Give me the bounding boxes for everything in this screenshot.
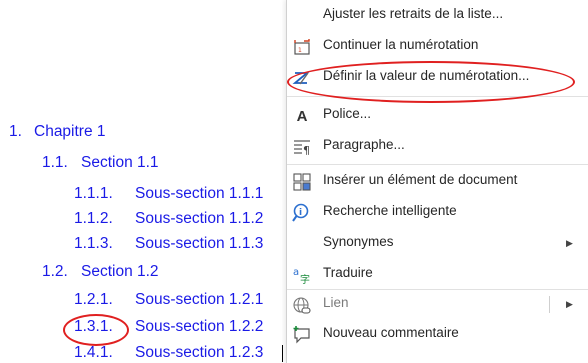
link-icon <box>291 295 313 315</box>
list-item-level3[interactable]: 1.2.1. Sous-section 1.2.1 <box>74 291 263 309</box>
menu-separator <box>287 96 588 97</box>
menu-item-set-numbering-value[interactable]: Définir la valeur de numérotation... <box>287 62 588 93</box>
list-number: 1.1. <box>42 154 68 171</box>
list-text: Sous-section 1.2.2 <box>135 318 264 335</box>
submenu-arrow-icon: ▶ <box>566 238 573 248</box>
menu-item-label: Synonymes <box>323 234 394 249</box>
svg-text:字: 字 <box>300 273 310 285</box>
list-text: Sous-section 1.1.2 <box>135 210 264 227</box>
context-menu: Ajuster les retraits de la liste... 1 Co… <box>286 0 588 363</box>
list-number: 1.4.1. <box>74 344 113 361</box>
list-number: 1. <box>9 123 22 140</box>
menu-item-label: Paragraphe... <box>323 137 405 152</box>
menu-item-adjust-list-indents[interactable]: Ajuster les retraits de la liste... <box>287 0 588 31</box>
list-text: Sous-section 1.2.3 <box>135 344 264 361</box>
menu-item-paragraph[interactable]: ¶ Paragraphe... <box>287 131 588 162</box>
svg-text:a: a <box>293 267 299 278</box>
document-body[interactable]: 1. Chapitre 1 1.1. Section 1.1 1.1.1. So… <box>0 0 290 363</box>
list-text: Section 1.1 <box>81 154 159 171</box>
menu-item-label: Recherche intelligente <box>323 203 457 218</box>
list-item-level3[interactable]: 1.1.1. Sous-section 1.1.1 <box>74 185 263 203</box>
list-item-level3[interactable]: 1.1.2. Sous-section 1.1.2 <box>74 210 263 228</box>
list-item-level2[interactable]: 1.1. Section 1.1 <box>42 154 159 172</box>
menu-item-label: Lien <box>323 295 349 310</box>
menu-item-smart-lookup[interactable]: i Recherche intelligente <box>287 197 588 228</box>
split-divider <box>549 296 550 313</box>
continue-numbering-icon: 1 <box>291 37 313 57</box>
quick-parts-icon <box>291 172 313 192</box>
list-item-level3[interactable]: 1.1.3. Sous-section 1.1.3 <box>74 235 263 253</box>
list-number: 1.1.2. <box>74 210 113 227</box>
svg-text:1: 1 <box>298 47 302 54</box>
list-text: Section 1.2 <box>81 263 159 280</box>
list-item-level2[interactable]: 1.2. Section 1.2 <box>42 263 159 281</box>
list-number: 1.2.1. <box>74 291 113 308</box>
menu-item-link[interactable]: Lien ▶ <box>287 289 588 320</box>
submenu-arrow-icon: ▶ <box>566 299 573 309</box>
menu-item-insert-document-element[interactable]: Insérer un élément de document <box>287 166 588 197</box>
menu-item-label: Traduire <box>323 265 373 280</box>
svg-text:¶: ¶ <box>303 144 310 156</box>
list-number: 1.2. <box>42 263 68 280</box>
menu-item-continue-numbering[interactable]: 1 Continuer la numérotation <box>287 31 588 62</box>
list-number: 1.1.3. <box>74 235 113 252</box>
menu-item-label: Insérer un élément de document <box>323 172 518 187</box>
list-number: 1.1.1. <box>74 185 113 202</box>
list-text: Sous-section 1.1.3 <box>135 235 264 252</box>
list-text: Chapitre 1 <box>34 123 106 140</box>
menu-item-label: Continuer la numérotation <box>323 37 479 52</box>
font-icon: A <box>296 107 308 125</box>
menu-item-label: Nouveau commentaire <box>323 325 459 340</box>
paragraph-icon: ¶ <box>291 137 313 157</box>
translate-icon: a 字 <box>291 265 313 285</box>
svg-text:i: i <box>299 208 302 218</box>
menu-item-label: Définir la valeur de numérotation... <box>323 68 530 83</box>
list-text: Sous-section 1.2.1 <box>135 291 264 308</box>
list-item-level1[interactable]: 1. Chapitre 1 <box>9 123 106 141</box>
text-cursor <box>282 345 283 362</box>
menu-item-font[interactable]: A Police... <box>287 100 588 131</box>
list-text: Sous-section 1.1.1 <box>135 185 264 202</box>
comment-icon <box>291 325 313 345</box>
list-item-level3[interactable]: 1.4.1. Sous-section 1.2.3 <box>74 344 263 362</box>
list-number: 1.3.1. <box>74 318 113 335</box>
menu-item-new-comment[interactable]: Nouveau commentaire <box>287 319 588 350</box>
set-numbering-value-icon <box>291 68 313 88</box>
list-item-level3[interactable]: 1.3.1. Sous-section 1.2.2 <box>74 318 263 336</box>
menu-item-label: Police... <box>323 106 372 121</box>
menu-separator <box>287 164 588 165</box>
menu-item-label: Ajuster les retraits de la liste... <box>323 6 504 21</box>
menu-item-translate[interactable]: a 字 Traduire <box>287 259 588 290</box>
smart-lookup-icon: i <box>291 203 313 223</box>
menu-item-synonyms[interactable]: Synonymes ▶ <box>287 228 588 259</box>
